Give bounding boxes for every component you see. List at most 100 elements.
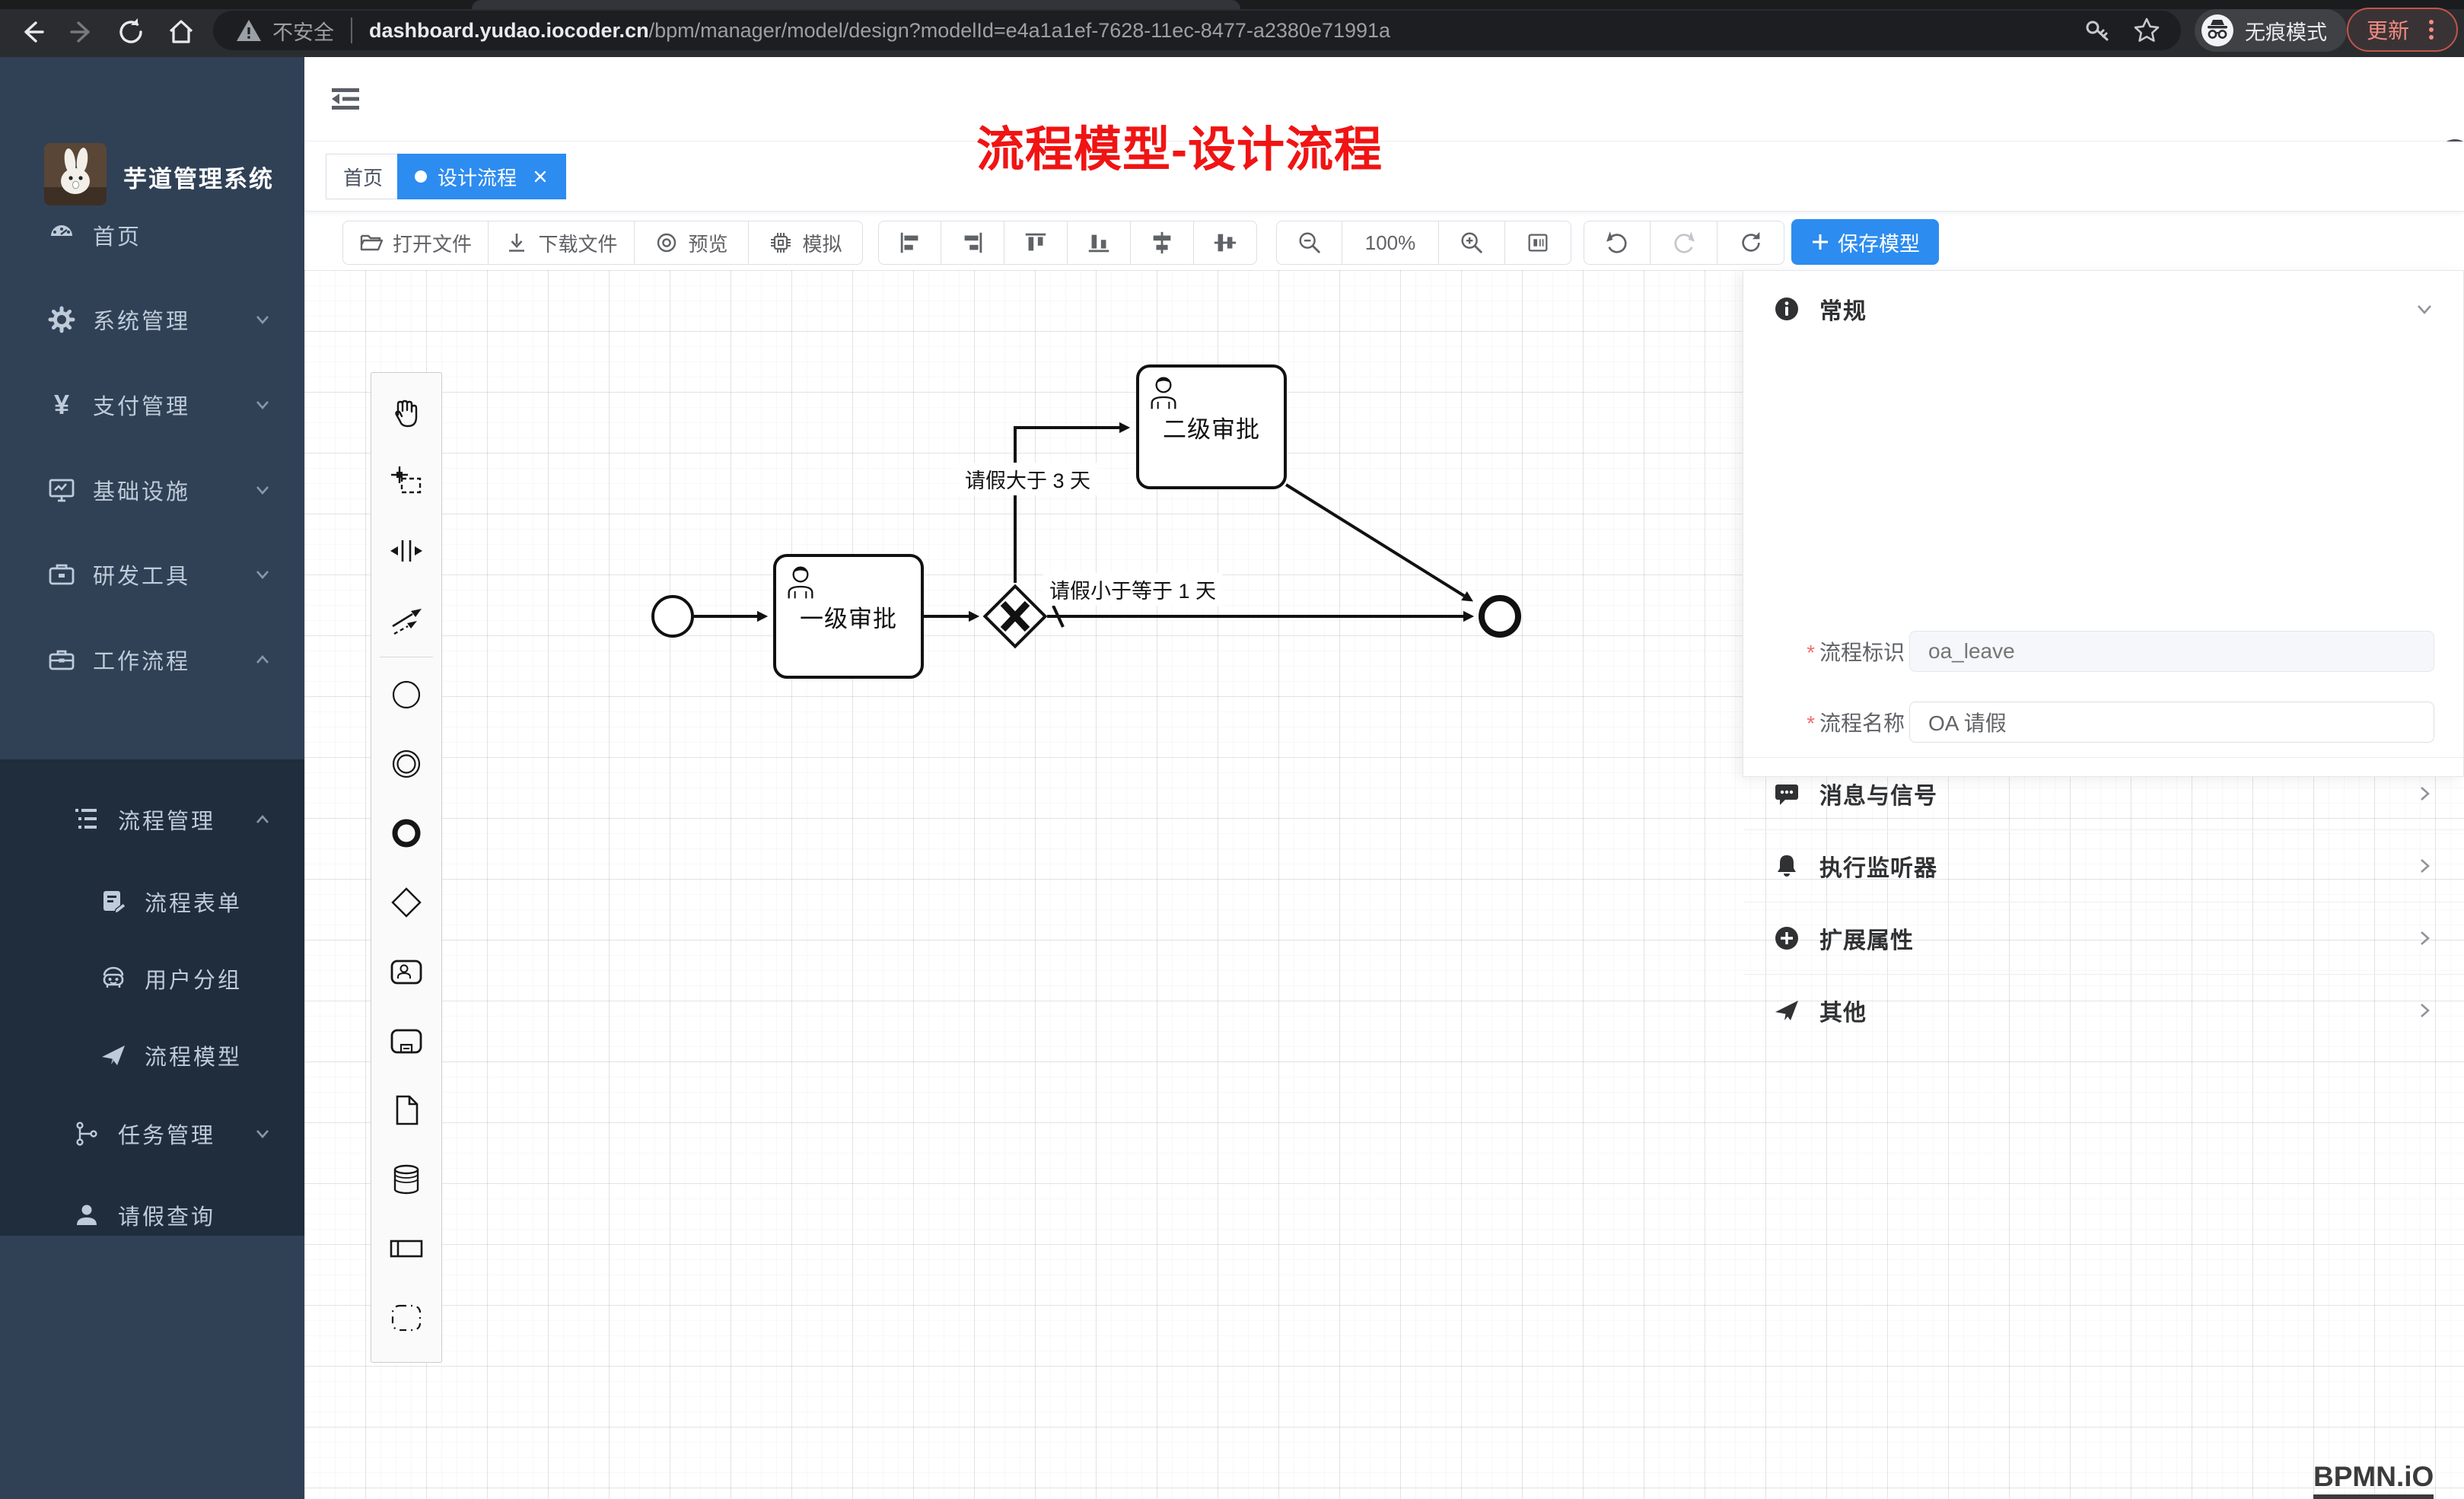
align-right-button[interactable] [941,221,1004,265]
save-model-button[interactable]: 保存模型 [1791,219,1939,265]
document-edit-icon [99,889,128,915]
chevron-down-icon [254,1125,271,1142]
section-extended-properties[interactable]: 扩展属性 [1743,902,2463,974]
download-file-button[interactable]: 下载文件 [489,221,635,265]
flow-label-gt3[interactable]: 请假大于 3 天 [959,463,1097,495]
sidebar-item-system[interactable]: 系统管理 [0,278,304,361]
download-icon [505,231,529,255]
sidebar-item-leave-query[interactable]: 请假查询 [0,1176,304,1253]
plus-icon [1810,232,1830,252]
workflow-submenu: 流程管理 流程表单 用户分组 流程模型 任务管理 请假 [0,759,304,1236]
app-title: 芋道管理系统 [123,160,274,194]
list-tree-icon [72,807,101,832]
tab-home[interactable]: 首页 [326,154,400,199]
align-bottom-button[interactable] [1068,221,1131,265]
forward-icon[interactable] [67,17,97,47]
end-event[interactable] [1479,595,1521,638]
sidebar-item-process-management[interactable]: 流程管理 [0,781,304,858]
security-label[interactable]: 不安全 [272,16,334,46]
browser-menu-kebab-icon[interactable] [2418,17,2444,43]
flow-gateway-to-task2[interactable] [1015,428,1119,583]
reload-icon[interactable] [116,17,146,47]
zoom-in-icon [1459,230,1485,256]
sidebar-item-devtools[interactable]: 研发工具 [0,533,304,616]
align-left-button[interactable] [878,221,941,265]
chevron-down-icon [254,482,271,498]
chevron-up-icon [254,811,271,828]
bpmn-io-watermark[interactable]: BPMN.iO [2313,1461,2434,1499]
browser-tab-strip [0,0,2464,9]
back-icon[interactable] [17,17,47,47]
bookmark-star-icon[interactable] [2132,16,2161,45]
properties-panel: 常规 *流程标识 *流程名称 消息与信号 执行监听器 扩展属性 [1743,270,2464,777]
chevron-right-icon [2415,928,2434,948]
preview-button[interactable]: 预览 [635,221,749,265]
simulate-button[interactable]: 模拟 [749,221,863,265]
sidebar-item-process-form[interactable]: 流程表单 [0,863,304,940]
user-task-icon [1148,375,1179,410]
sidebar-item-infrastructure[interactable]: 基础设施 [0,448,304,532]
chevron-down-icon [254,396,271,413]
task-first-approval[interactable]: 一级审批 [773,554,924,679]
chevron-down-icon [2415,299,2434,319]
monitor-icon [47,476,76,504]
not-secure-warning-icon [236,18,262,43]
toolbox-icon [47,646,76,673]
sidebar-item-payment[interactable]: ¥ 支付管理 [0,363,304,447]
pipeline-icon [72,1121,101,1147]
active-tab-dot [415,170,427,183]
close-icon[interactable] [532,168,549,185]
undo-button[interactable] [1584,221,1651,265]
sidebar-collapse-icon[interactable] [329,82,362,116]
align-top-icon [1023,230,1049,256]
process-key-input[interactable] [1909,631,2434,672]
restart-button[interactable] [1717,221,1784,265]
chevron-right-icon [2415,1001,2434,1020]
sidebar-item-workflow[interactable]: 工作流程 [0,618,304,702]
sidebar-item-process-model[interactable]: 流程模型 [0,1017,304,1093]
reset-viewport-button[interactable] [1505,221,1571,265]
start-event[interactable] [651,595,694,638]
browser-update-button[interactable]: 更新 [2347,8,2458,52]
task-second-approval[interactable]: 二级审批 [1136,364,1287,489]
zoom-out-button[interactable] [1276,221,1342,265]
bell-icon [1774,853,1800,879]
browser-active-tab[interactable] [472,0,1240,9]
browser-chrome: 不安全 dashboard.yudao.iocoder.cn/bpm/manag… [0,0,2464,57]
sidebar-item-home[interactable]: 首页 [0,193,304,277]
flow-label-le1[interactable]: 请假小于等于 1 天 [1043,573,1222,606]
update-label[interactable]: 更新 [2367,14,2409,45]
sidebar-item-task-management[interactable]: 任务管理 [0,1095,304,1172]
align-right-icon [960,230,985,256]
sidebar-item-user-group[interactable]: 用户分组 [0,940,304,1017]
process-name-input[interactable] [1909,702,2434,743]
incognito-badge: 无痕模式 [2195,9,2347,52]
tab-design-process[interactable]: 设计流程 [397,154,566,199]
zoom-in-button[interactable] [1439,221,1505,265]
paper-plane-icon [99,1042,128,1068]
align-top-button[interactable] [1004,221,1068,265]
url-divider [351,18,352,43]
preview-eye-icon [654,231,679,255]
section-messages-signals[interactable]: 消息与信号 [1743,757,2463,829]
home-icon[interactable] [166,17,196,47]
incognito-icon [2201,14,2234,47]
align-center-vertical-button[interactable] [1194,221,1257,265]
zoom-level-display[interactable]: 100% [1342,221,1439,265]
user-icon [72,1202,101,1228]
annotation-text: 流程模型-设计流程 [875,111,1484,180]
align-center-horizontal-button[interactable] [1131,221,1194,265]
section-general[interactable]: 常规 [1743,271,2463,347]
minimap-icon [1525,230,1551,256]
section-execution-listeners[interactable]: 执行监听器 [1743,829,2463,902]
password-key-icon[interactable] [2084,17,2111,44]
redo-button[interactable] [1651,221,1717,265]
flow-task2-to-end[interactable] [1286,485,1464,596]
open-file-button[interactable]: 打开文件 [342,221,489,265]
app-root: 不安全 dashboard.yudao.iocoder.cn/bpm/manag… [0,0,2464,1499]
chip-icon [769,231,793,255]
section-other[interactable]: 其他 [1743,974,2463,1046]
message-icon [1774,781,1800,807]
align-bottom-icon [1086,230,1112,256]
url-bar[interactable]: 不安全 dashboard.yudao.iocoder.cn/bpm/manag… [213,11,2181,50]
